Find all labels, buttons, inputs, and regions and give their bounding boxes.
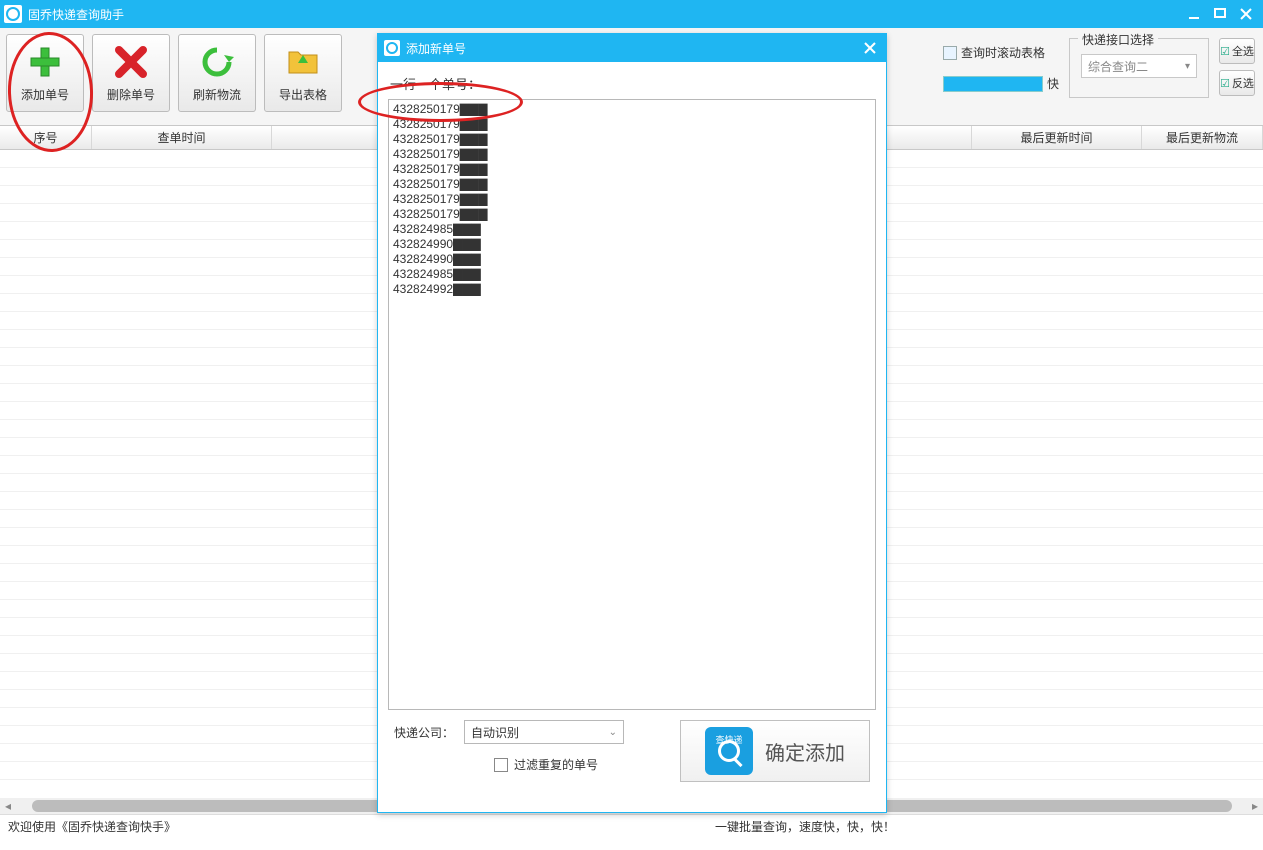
modal-header: 添加新单号 [378,34,886,62]
col-update-logistics[interactable]: 最后更新物流 [1142,126,1263,149]
api-select-fieldset: 快递接口选择 综合查询二 ▾ [1069,38,1209,98]
chevron-down-icon: ▾ [1185,61,1190,72]
status-left: 欢迎使用《固乔快递查询快手》 [8,818,176,835]
maximize-button[interactable] [1207,1,1233,27]
refresh-button[interactable]: 刷新物流 [178,34,256,112]
search-icon [384,40,400,56]
add-button[interactable]: 添加单号 [6,34,84,112]
add-button-label: 添加单号 [21,86,69,103]
progress-label: 快 [1047,75,1059,92]
export-button-label: 导出表格 [279,86,327,103]
app-icon [4,5,22,23]
checkbox-icon: ☑ [1220,77,1230,90]
window-title: 固乔快递查询助手 [28,6,1181,23]
scroll-checkbox-label: 查询时滚动表格 [961,44,1045,61]
progress-block: 查询时滚动表格 快 [943,44,1059,92]
refresh-button-label: 刷新物流 [193,86,241,103]
company-select[interactable]: 自动识别 ⌄ [464,720,624,744]
scroll-checkbox[interactable] [943,46,957,60]
api-select-legend: 快递接口选择 [1078,31,1158,48]
status-right: 一键批量查询，速度快，快，快！ [715,818,895,835]
x-icon [113,44,149,80]
delete-button-label: 删除单号 [107,86,155,103]
folder-icon [285,44,321,80]
col-index[interactable]: 序号 [0,126,92,149]
scroll-right-icon[interactable]: ▸ [1247,798,1263,814]
invert-selection-button[interactable]: ☑ 反选 [1219,70,1255,96]
delete-button[interactable]: 删除单号 [92,34,170,112]
company-select-value: 自动识别 [471,724,519,741]
confirm-add-label: 确定添加 [765,737,845,766]
export-button[interactable]: 导出表格 [264,34,342,112]
modal-instruction: 一行一个单号： [388,74,876,93]
refresh-icon [199,44,235,80]
modal-title: 添加新单号 [406,40,860,57]
company-label: 快递公司： [394,724,454,741]
modal-close-button[interactable] [860,38,880,58]
col-query-time[interactable]: 查单时间 [92,126,272,149]
select-all-label: 全选 [1232,43,1254,59]
confirm-add-button[interactable]: 查快递 确定添加 [680,720,870,782]
api-select[interactable]: 综合查询二 ▾ [1081,54,1197,78]
invert-label: 反选 [1232,75,1254,91]
scroll-left-icon[interactable]: ◂ [0,798,16,814]
progress-bar [943,76,1043,92]
add-tracking-modal: 添加新单号 一行一个单号： 快递公司： 自动识别 ⌄ 过滤重复的单号 [377,33,887,813]
col-update-time[interactable]: 最后更新时间 [972,126,1142,149]
checkbox-icon: ☑ [1220,45,1230,58]
plus-icon [27,44,63,80]
title-bar: 固乔快递查询助手 [0,0,1263,28]
api-select-value: 综合查询二 [1088,58,1148,75]
status-bar: 欢迎使用《固乔快递查询快手》 一键批量查询，速度快，快，快！ [0,814,1263,838]
chevron-down-icon: ⌄ [609,727,617,738]
filter-duplicate-label: 过滤重复的单号 [514,756,598,773]
minimize-button[interactable] [1181,1,1207,27]
tracking-textarea[interactable] [388,99,876,710]
search-express-icon: 查快递 [705,727,753,775]
filter-duplicate-checkbox[interactable] [494,758,508,772]
close-button[interactable] [1233,1,1259,27]
select-all-button[interactable]: ☑ 全选 [1219,38,1255,64]
